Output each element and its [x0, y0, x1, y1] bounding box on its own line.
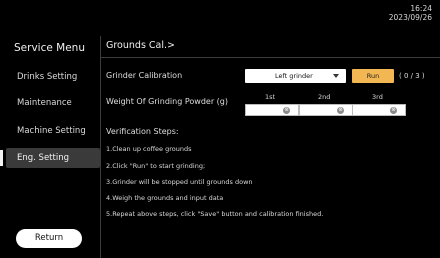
weight-input-2nd[interactable]: ⊗ — [299, 104, 353, 116]
status-clock: 16:24 2023/09/26 — [389, 4, 432, 22]
column-3rd: 3rd — [372, 93, 383, 101]
weight-input-1st[interactable]: ⊗ — [245, 104, 299, 116]
verification-step: 2.Click "Run" to start grinding; — [106, 162, 206, 170]
verification-step: 4.Weigh the grounds and input data — [106, 194, 224, 202]
sidebar: Service Menu Drinks Setting Maintenance … — [0, 24, 100, 258]
clock-date: 2023/09/26 — [388, 13, 432, 22]
breadcrumb: Grounds Cal.> — [106, 40, 175, 51]
clear-icon[interactable]: ⊗ — [390, 106, 397, 114]
clear-icon[interactable]: ⊗ — [337, 106, 344, 114]
menu-title: Service Menu — [14, 42, 85, 54]
column-1st: 1st — [265, 93, 276, 101]
sidebar-item-machine-setting[interactable]: Machine Setting — [0, 121, 100, 141]
weight-input-3rd[interactable]: ⊗ — [352, 104, 406, 116]
return-button[interactable]: Return — [16, 229, 82, 248]
sidebar-item-maintenance[interactable]: Maintenance — [0, 93, 100, 113]
chevron-down-icon — [333, 74, 339, 78]
sidebar-item-eng-setting[interactable]: Eng. Setting — [0, 148, 100, 168]
grinder-select-value: Left grinder — [275, 72, 313, 80]
verification-step: 1.Clean up coffee grounds — [106, 145, 192, 153]
clock-time: 16:24 — [410, 4, 432, 13]
sidebar-item-drinks-setting[interactable]: Drinks Setting — [0, 67, 100, 87]
sidebar-divider — [100, 36, 101, 258]
grinder-calibration-label: Grinder Calibration — [106, 71, 183, 80]
grinder-select[interactable]: Left grinder — [245, 69, 346, 83]
verification-step: 3.Grinder will be stopped until grounds … — [106, 178, 253, 186]
weight-label: Weight Of Grinding Powder (g) — [106, 97, 228, 106]
run-button[interactable]: Run — [352, 69, 394, 83]
clear-icon[interactable]: ⊗ — [283, 106, 290, 114]
header-divider — [101, 57, 440, 58]
run-counter: ( 0 / 3 ) — [399, 72, 425, 80]
column-2nd: 2nd — [318, 93, 331, 101]
verification-step: 5.Repeat above steps, click "Save" butto… — [106, 210, 324, 218]
verification-title: Verification Steps: — [106, 127, 179, 136]
